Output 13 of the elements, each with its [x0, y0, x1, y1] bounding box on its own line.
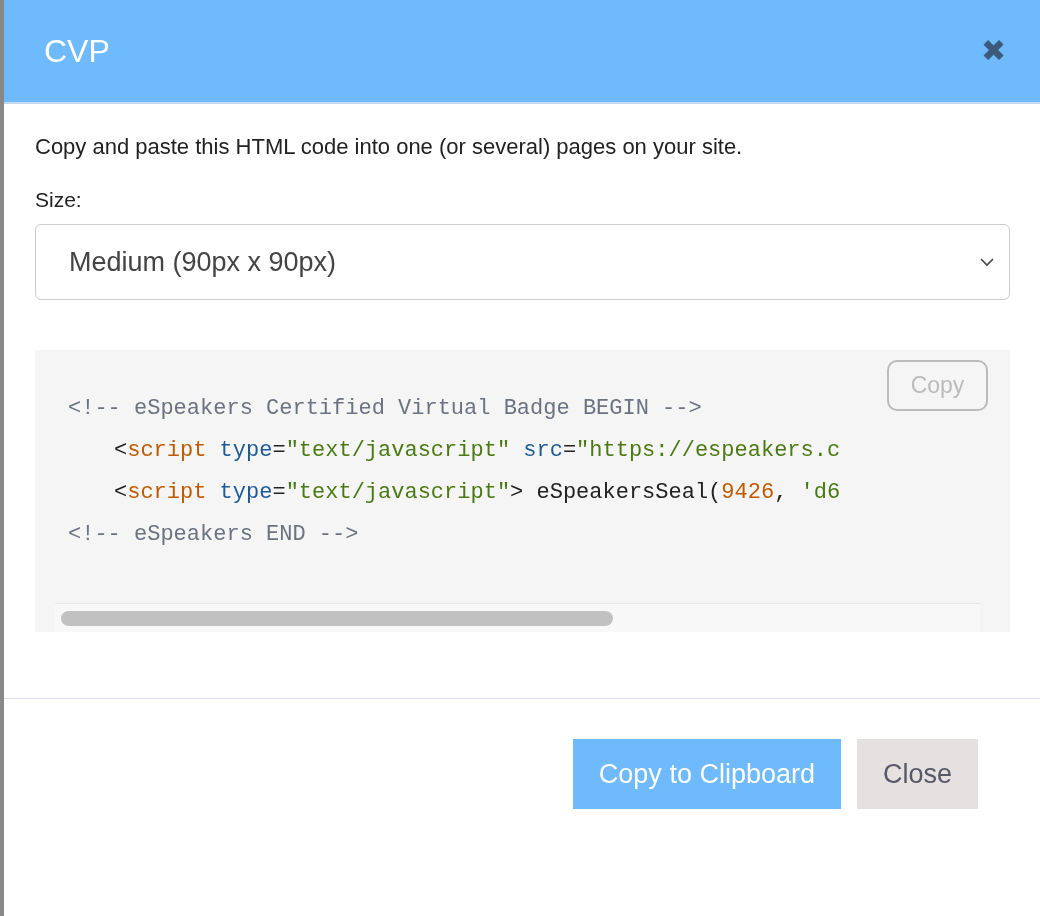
copy-button[interactable]: Copy	[887, 360, 988, 411]
instructions-text: Copy and paste this HTML code into one (or several) pages on your site.	[35, 134, 744, 160]
code-line: <script type="text/javascript"> eSpeakersSeal(9426, 'd6	[113, 479, 841, 507]
scrollbar-thumb[interactable]	[61, 610, 613, 626]
close-button[interactable]: Close	[856, 739, 978, 809]
caret-icon	[979, 257, 995, 267]
code-line: <!-- eSpeakers Certified Virtual Badge BEGIN -->	[68, 395, 702, 423]
size-label: Size:	[35, 188, 83, 212]
code-line: <script type="text/javascript" src="https://espeakers.c	[113, 437, 841, 465]
copy-to-clipboard-button[interactable]: Copy to Clipboard	[572, 739, 841, 809]
dialog-title: CVP	[44, 32, 110, 70]
size-select[interactable]: Medium (90px x 90px)	[35, 224, 1010, 300]
code-line: <!-- eSpeakers END -->	[68, 521, 359, 549]
